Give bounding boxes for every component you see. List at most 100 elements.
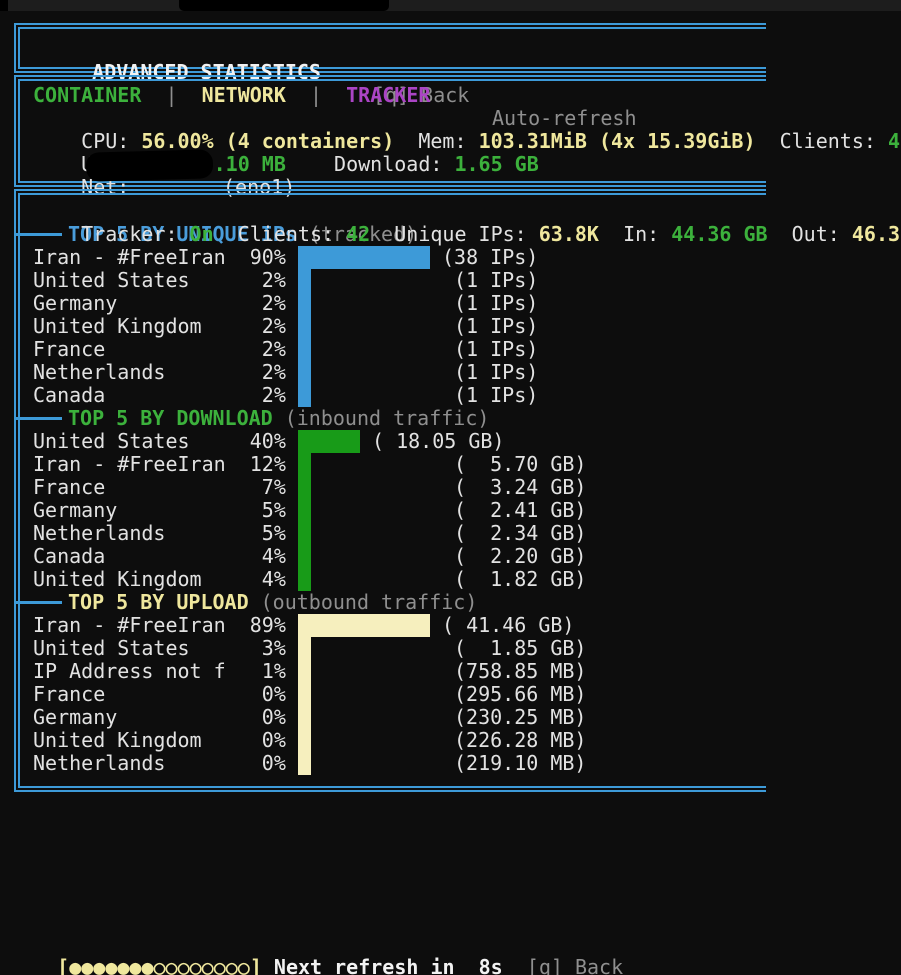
chart-row: Netherlands 5%( 2.34 GB)	[33, 522, 893, 545]
chart-bar	[298, 269, 311, 292]
chart-row-value: (1 IPs)	[454, 338, 538, 361]
chart-bar	[298, 683, 311, 706]
tracker-status: On	[190, 222, 214, 246]
chart-row-value: ( 18.05 GB)	[372, 430, 504, 453]
chart-row-value: (226.28 MB)	[454, 729, 586, 752]
refresh-seconds: 8s	[467, 955, 503, 975]
section-connector-line	[14, 417, 62, 420]
chart-row-value: (758.85 MB)	[454, 660, 586, 683]
chart-bar	[298, 315, 311, 338]
download-value: 1.65 GB	[454, 152, 538, 176]
chart-row-label: France 0%	[33, 682, 286, 706]
chart-row: United Kingdom 2% (1 IPs)	[33, 315, 893, 338]
chart-row-value: ( 1.82 GB)	[454, 568, 586, 591]
chart-row-label: Canada 4%	[33, 544, 286, 568]
tab-container[interactable]: CONTAINER	[33, 83, 141, 107]
chart-row-label: United Kingdom 2%	[33, 314, 286, 338]
terminal-tab-bar	[0, 0, 901, 11]
section-title: TOP 5 BY DOWNLOAD	[68, 406, 273, 430]
chart-bar	[298, 430, 360, 453]
chart-row-value: ( 2.41 GB)	[454, 499, 586, 522]
chart-row: France 7%( 3.24 GB)	[33, 476, 893, 499]
chart-bar	[298, 660, 311, 683]
tracker-clients-value: 42	[346, 222, 370, 246]
tab-network[interactable]: NETWORK	[202, 83, 286, 107]
chart-row-value: (1 IPs)	[454, 315, 538, 338]
tab-bar-notch	[0, 0, 8, 11]
tracker-line: Tracker: On Clients: 42 Unique IPs: 63.8…	[33, 200, 901, 269]
chart-row-label: Netherlands 0%	[33, 751, 286, 775]
unique-ips-value: 63.8K	[539, 222, 599, 246]
chart-bar	[298, 614, 430, 637]
chart-row: Germany 5%( 2.41 GB)	[33, 499, 893, 522]
chart-row: United States 40% ( 18.05 GB)	[33, 430, 893, 453]
view-tabs: CONTAINER | NETWORK | TRACKER	[33, 84, 430, 107]
chart-row-label: United Kingdom 4%	[33, 567, 286, 591]
chart-row: Iran - #FreeIran 89% ( 41.46 GB)	[33, 614, 893, 637]
chart-row-label: Germany 0%	[33, 705, 286, 729]
chart-bar	[298, 338, 311, 361]
chart-row-value: ( 3.24 GB)	[454, 476, 586, 499]
chart-bar	[298, 729, 311, 752]
chart-row-label: Germany 2%	[33, 291, 286, 315]
chart-row-value: ( 2.20 GB)	[454, 545, 586, 568]
tab-separator: |	[141, 83, 201, 107]
chart-row-value: (295.66 MB)	[454, 683, 586, 706]
chart-row-label: United States 40%	[33, 429, 286, 453]
status-back-hint: [q] Back	[503, 955, 623, 975]
chart-row: United States 2%(1 IPs)	[33, 269, 893, 292]
chart-row: Canada 2% (1 IPs)	[33, 384, 893, 407]
chart-bar	[298, 292, 311, 315]
chart-row-label: Canada 2%	[33, 383, 286, 407]
chart-bar	[298, 522, 311, 545]
chart-row: France 2% (1 IPs)	[33, 338, 893, 361]
chart-row: Germany 2% (1 IPs)	[33, 292, 893, 315]
download-label: Download:	[286, 152, 455, 176]
unique-ips-label: Unique IPs:	[370, 222, 539, 246]
chart-row-label: United States 3%	[33, 636, 286, 660]
chart-row-value: ( 2.34 GB)	[454, 522, 586, 545]
in-value: 44.36 GB	[671, 222, 767, 246]
clients-value: 42	[888, 129, 901, 153]
in-label: In:	[599, 222, 671, 246]
section-title: TOP 5 BY UPLOAD	[68, 590, 249, 614]
tracker-label: Tracker:	[81, 222, 189, 246]
chart-row-value: (230.25 MB)	[454, 706, 586, 729]
status-bar: [●●●●●●●○○○○○○○○] Next refresh in 8s [q]…	[9, 933, 623, 975]
redacted-net-value	[86, 149, 214, 181]
chart-bar	[298, 453, 311, 476]
chart-bar	[298, 752, 311, 775]
out-label: Out:	[768, 222, 852, 246]
chart-bar	[298, 361, 311, 384]
chart-row-label: United Kingdom 0%	[33, 728, 286, 752]
chart-row-label: France 2%	[33, 337, 286, 361]
tab-bar-gap	[179, 0, 389, 11]
chart-row-value: (1 IPs)	[454, 292, 538, 315]
chart-row-label: IP Address not f 1%	[33, 659, 286, 683]
chart-bar	[298, 637, 311, 660]
chart-row: Germany 0% (230.25 MB)	[33, 706, 893, 729]
chart-row: France 0% (295.66 MB)	[33, 683, 893, 706]
chart-row-value: (219.10 MB)	[454, 752, 586, 775]
refresh-label: Next refresh in	[262, 955, 467, 975]
chart-row-label: United States 2%	[33, 268, 286, 292]
chart-bar	[298, 476, 311, 499]
chart-row: Netherlands 2% (1 IPs)	[33, 361, 893, 384]
section-header: TOP 5 BY UPLOAD(outbound traffic)	[68, 591, 477, 614]
chart-row-label: Netherlands 2%	[33, 360, 286, 384]
chart-bar	[298, 384, 311, 407]
tab-tracker[interactable]: TRACKER	[346, 83, 430, 107]
section-connector-line	[14, 601, 62, 604]
chart-row-value: (1 IPs)	[454, 361, 538, 384]
chart-row: United States 3% ( 1.85 GB)	[33, 637, 893, 660]
chart-bar	[298, 568, 311, 591]
chart-row-value: ( 1.85 GB)	[454, 637, 586, 660]
chart-row-value: (1 IPs)	[454, 384, 538, 407]
section-subtitle: (outbound traffic)	[249, 590, 478, 614]
chart-row-value: ( 41.46 GB)	[442, 614, 574, 637]
tracker-clients-label: Clients:	[214, 222, 346, 246]
chart-row: United Kingdom 4% ( 1.82 GB)	[33, 568, 893, 591]
out-value: 46.34 GB	[852, 222, 901, 246]
chart-row-label: Iran - #FreeIran 89%	[33, 613, 286, 637]
refresh-progress: [●●●●●●●○○○○○○○○]	[57, 955, 262, 975]
